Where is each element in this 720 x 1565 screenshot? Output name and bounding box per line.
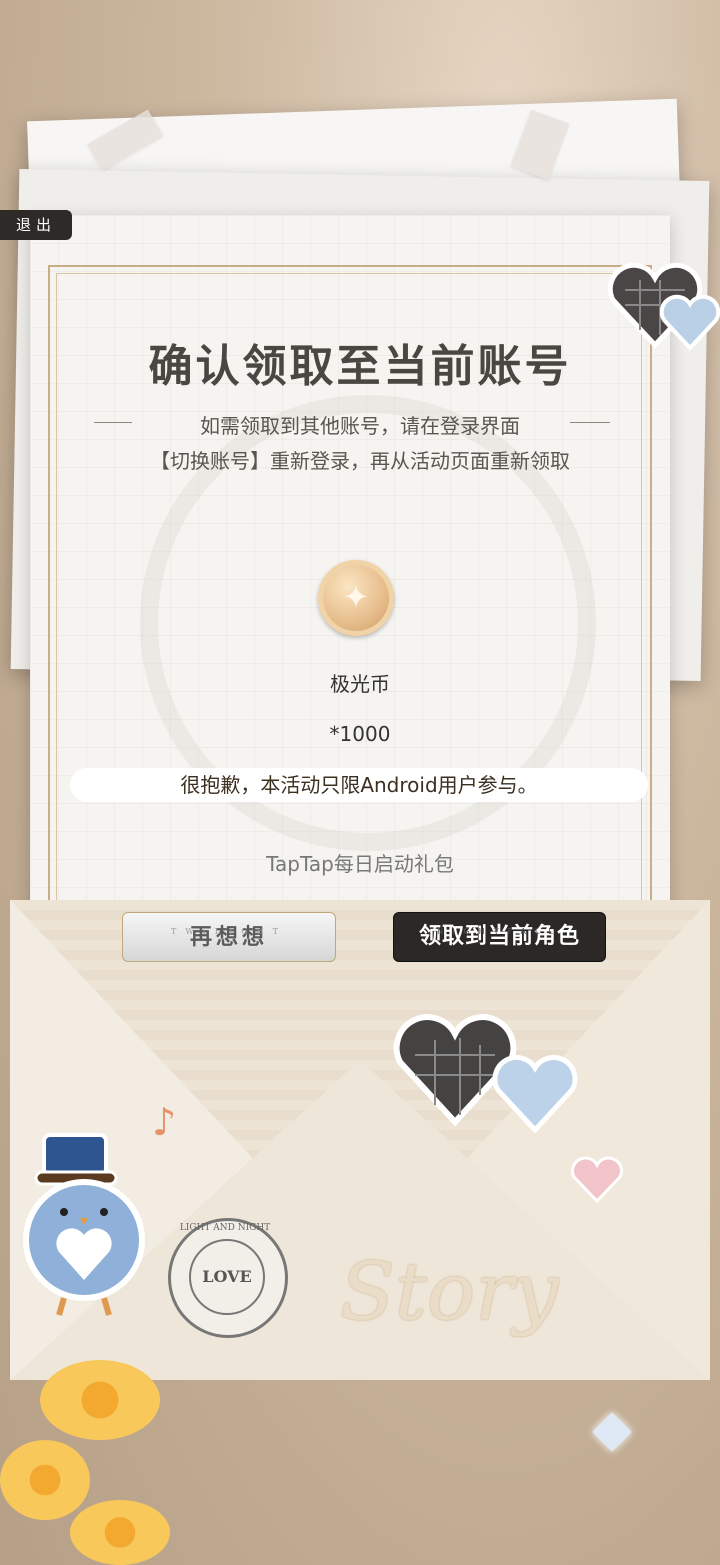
story-script-text: Story [340, 1245, 559, 1338]
stamp-ring-text: LIGHT AND NIGHT [179, 1223, 271, 1233]
flower-decor [40, 1360, 160, 1440]
cancel-button[interactable]: 再想想 TWILIGHT [122, 912, 336, 962]
aurora-coin-icon: ✦ [318, 560, 394, 636]
dialog-subtitle-line1: 如需领取到其他账号，请在登录界面 [200, 414, 520, 438]
confirm-button-sublabel: NIGHTFALL [437, 927, 562, 936]
flower-decor [0, 1440, 90, 1520]
flower-decor [70, 1500, 170, 1565]
pink-heart-icon [571, 1156, 623, 1204]
reward-name: 极光币 [330, 672, 390, 696]
love-stamp: LOVE LIGHT AND NIGHT [168, 1218, 288, 1338]
confirm-claim-button[interactable]: 领取到当前角色 NIGHTFALL [393, 912, 606, 962]
sparkle-icon: ✦ [342, 578, 370, 616]
bird-mascot-icon [23, 1133, 145, 1316]
dialog-subtitle-line2: 【切换账号】重新登录，再从活动页面重新领取 [150, 449, 570, 473]
gift-pack-name: TapTap每日启动礼包 [266, 852, 454, 876]
blue-heart-icon [492, 1054, 578, 1134]
android-only-notice: 很抱歉，本活动只限Android用户参与。 [70, 768, 648, 802]
stamp-center-text: LOVE [189, 1239, 265, 1315]
exit-button[interactable]: 退出 [0, 210, 72, 240]
reward-quantity: *1000 [329, 722, 391, 746]
cancel-button-sublabel: TWILIGHT [171, 927, 287, 936]
sparkle-icon [592, 1412, 632, 1452]
blue-heart-icon [660, 294, 720, 351]
